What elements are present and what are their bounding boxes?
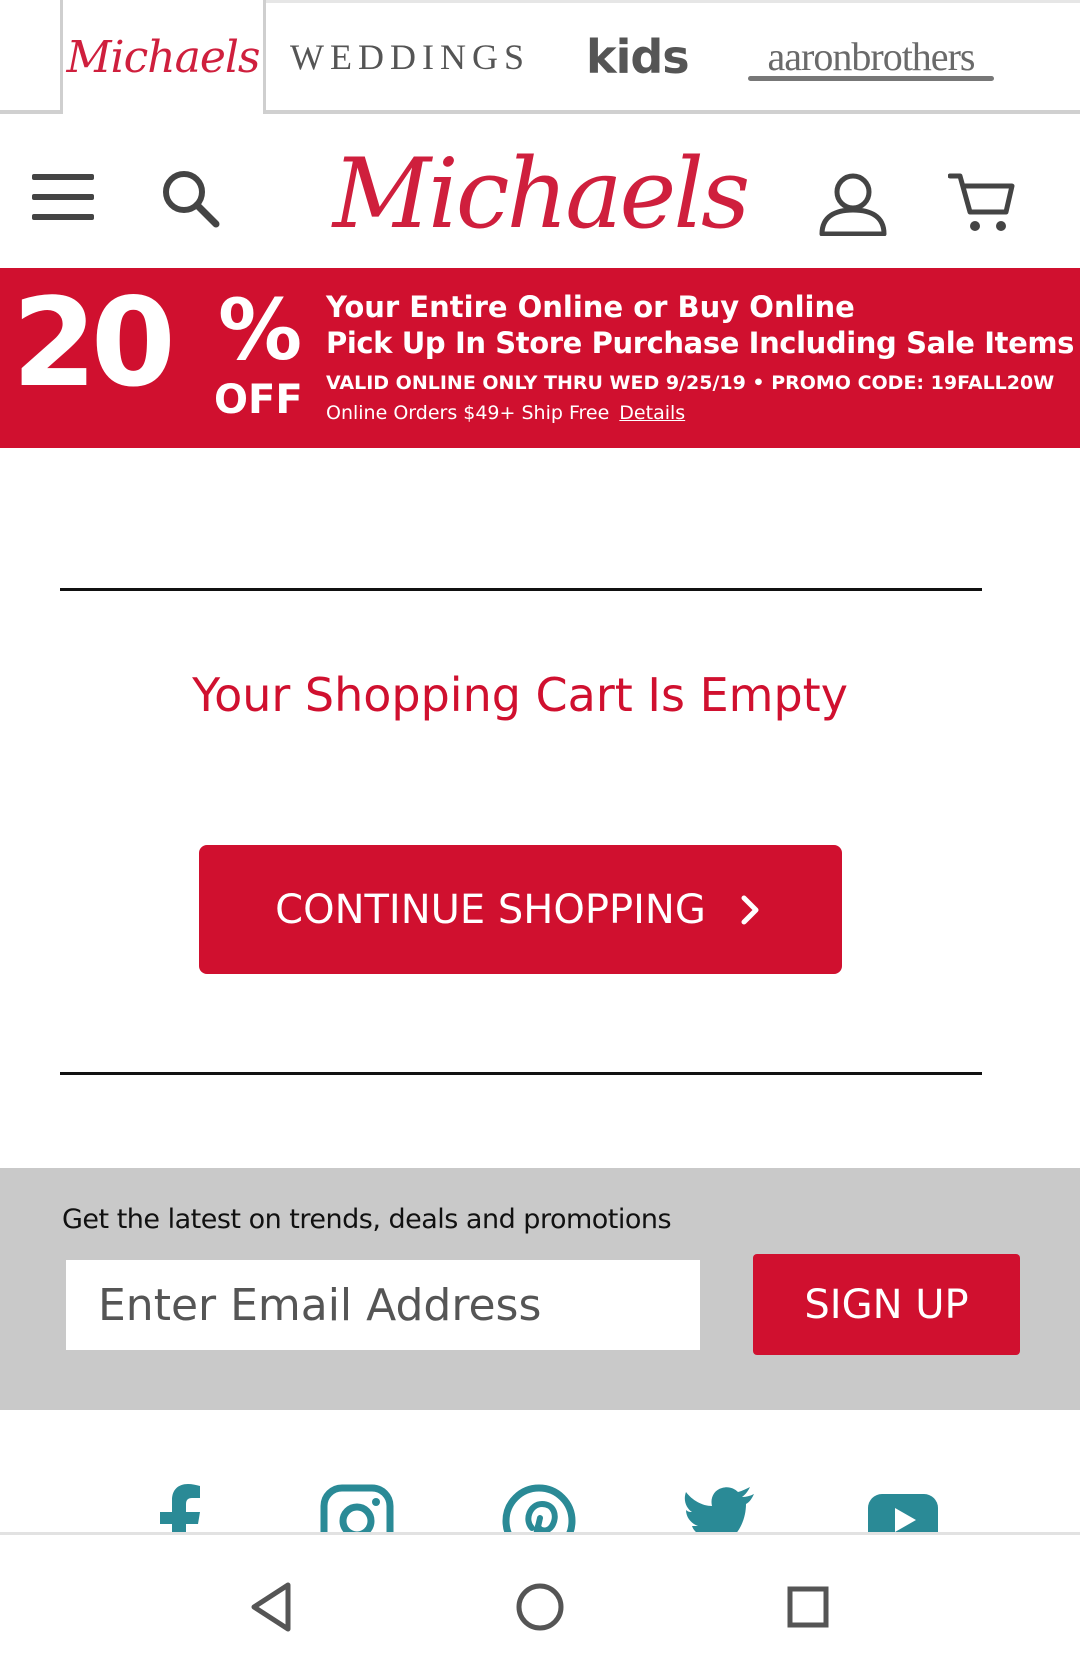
divider [60,588,982,591]
continue-shopping-label: CONTINUE SHOPPING [275,886,706,933]
system-nav-bar [0,1535,1080,1678]
pinterest-icon[interactable] [502,1484,576,1534]
promo-valid-line: VALID ONLINE ONLY THRU WED 9/25/19 • PRO… [326,372,1055,394]
newsletter-caption: Get the latest on trends, deals and prom… [62,1204,672,1235]
home-icon[interactable] [512,1579,568,1635]
tab-aaron-brothers[interactable]: aaronbrothers [748,0,994,114]
recents-icon[interactable] [780,1579,836,1635]
aaron-brothers-underline [748,76,994,81]
twitter-icon[interactable] [684,1484,758,1534]
site-header: Michaels [0,114,1080,266]
facebook-icon[interactable] [142,1484,216,1534]
cart-icon[interactable] [947,170,1016,238]
search-icon[interactable] [160,168,222,228]
tab-kids[interactable]: kids [586,0,690,114]
continue-shopping-button[interactable]: CONTINUE SHOPPING [199,845,842,974]
tab-michaels-label: Michaels [66,31,260,83]
chevron-right-icon [741,895,759,924]
promo-line-1: Your Entire Online or Buy Online [326,290,855,324]
promo-percent-symbol: % [218,281,303,379]
tab-weddings-label: WEDDINGS [290,37,530,77]
menu-icon[interactable] [32,174,94,220]
promo-percent: 20 [12,272,176,414]
brand-tabs: Michaels WEDDINGS kids aaronbrothers [0,0,1080,114]
tab-michaels[interactable]: Michaels [60,0,266,114]
logo-text: Michaels [332,138,751,250]
promo-details-link[interactable]: Details [619,402,685,424]
newsletter-signup: Get the latest on trends, deals and prom… [0,1168,1080,1410]
account-icon[interactable] [818,172,888,237]
email-input[interactable] [66,1260,700,1350]
tab-weddings[interactable]: WEDDINGS [290,0,530,114]
tab-kids-label: kids [586,30,690,84]
youtube-icon[interactable] [866,1484,940,1534]
instagram-icon[interactable] [320,1484,394,1534]
divider [60,1072,982,1075]
promo-shipping-text: Online Orders $49+ Ship Free [326,402,610,424]
social-links [0,1410,1080,1534]
empty-cart-title: Your Shopping Cart Is Empty [192,668,848,722]
tab-aaron-brothers-label: aaronbrothers [767,34,976,79]
michaels-logo[interactable]: Michaels [333,134,751,254]
promo-shipping-line: Online Orders $49+ Ship Free Details [326,402,685,424]
sign-up-button[interactable]: SIGN UP [753,1254,1020,1355]
promo-line-2: Pick Up In Store Purchase Including Sale… [326,326,1075,360]
sign-up-label: SIGN UP [804,1281,969,1328]
promo-banner[interactable]: 20 % OFF Your Entire Online or Buy Onlin… [0,268,1080,448]
promo-off: OFF [214,377,303,423]
back-icon[interactable] [244,1579,300,1635]
